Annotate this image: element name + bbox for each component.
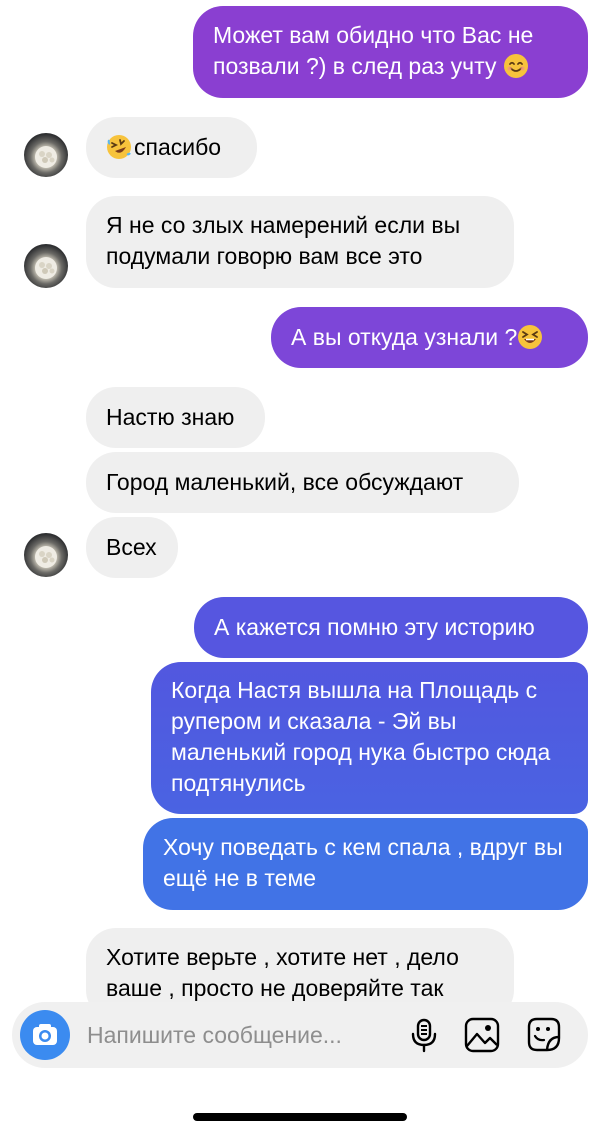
- message-text: спасибо: [134, 134, 222, 160]
- message-text: Хотите верьте , хотите нет , дело ваше ,…: [106, 944, 459, 1001]
- message-text: Может вам обидно что Вас не позвали ?) в…: [213, 22, 534, 79]
- message-incoming[interactable]: Всех: [86, 517, 178, 578]
- microphone-icon[interactable]: [405, 1016, 443, 1054]
- avatar[interactable]: [24, 533, 68, 577]
- message-text: А вы откуда узнали ?: [291, 324, 518, 350]
- sticker-icon[interactable]: [525, 1016, 563, 1054]
- message-text: Всех: [106, 534, 157, 560]
- gallery-icon[interactable]: [463, 1016, 501, 1054]
- message-incoming[interactable]: Город маленький, все обсуждают: [86, 452, 519, 513]
- message-outgoing[interactable]: Может вам обидно что Вас не позвали ?) в…: [193, 6, 588, 98]
- squinting-laughing-emoji: [518, 325, 543, 349]
- message-incoming[interactable]: Настю знаю: [86, 387, 265, 448]
- message-outgoing[interactable]: Когда Настя вышла на Площадь с рупером и…: [151, 662, 588, 814]
- message-outgoing[interactable]: Хочу поведать с кем спала , вдруг вы ещё…: [143, 818, 588, 910]
- message-text: Когда Настя вышла на Площадь с рупером и…: [171, 677, 551, 796]
- avatar[interactable]: [24, 244, 68, 288]
- message-incoming[interactable]: Я не со злых намерений если вы подумали …: [86, 196, 514, 288]
- message-text: Город маленький, все обсуждают: [106, 469, 464, 495]
- smiling-face-emoji: [503, 54, 528, 78]
- camera-icon: [33, 1024, 57, 1045]
- message-text: Я не со злых намерений если вы подумали …: [106, 212, 461, 269]
- message-outgoing[interactable]: А кажется помню эту историю: [194, 597, 588, 658]
- camera-button[interactable]: [20, 1010, 70, 1060]
- message-incoming[interactable]: спасибо: [86, 117, 257, 178]
- home-indicator: [193, 1113, 407, 1121]
- message-composer: Напишите сообщение...: [12, 1002, 588, 1068]
- message-text: Настю знаю: [106, 404, 235, 430]
- message-outgoing[interactable]: А вы откуда узнали ?: [271, 307, 588, 368]
- rolling-on-floor-laughing-emoji: [107, 135, 131, 159]
- message-text: Хочу поведать с кем спала , вдруг вы ещё…: [163, 834, 563, 891]
- message-text: А кажется помню эту историю: [214, 614, 535, 640]
- message-input[interactable]: Напишите сообщение...: [87, 1020, 342, 1050]
- avatar[interactable]: [24, 133, 68, 177]
